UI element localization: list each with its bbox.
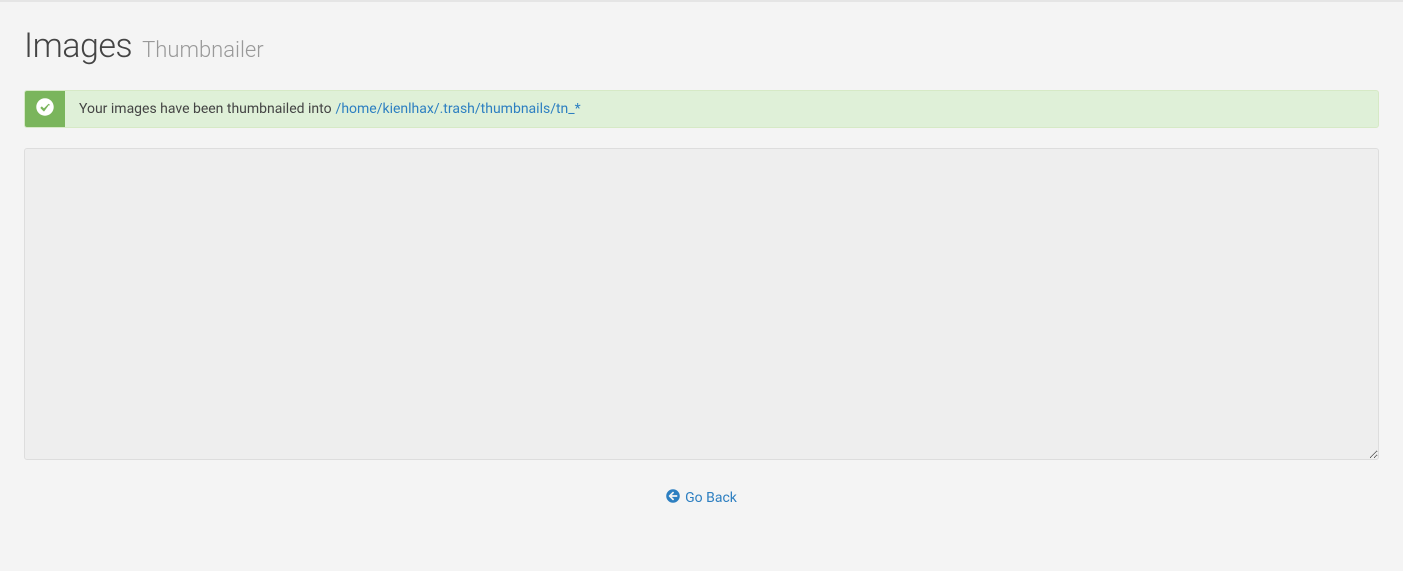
- page-header: Images Thumbnailer: [24, 26, 1379, 66]
- arrow-circle-left-icon: [666, 489, 680, 507]
- check-circle-icon: [36, 98, 54, 120]
- go-back-label: Go Back: [685, 490, 737, 506]
- go-back-link[interactable]: Go Back: [666, 489, 737, 507]
- footer-link-wrap: Go Back: [24, 488, 1379, 507]
- page-subtitle: Thumbnailer: [142, 38, 264, 63]
- output-textarea[interactable]: [24, 148, 1379, 460]
- success-alert: Your images have been thumbnailed into /…: [24, 90, 1379, 128]
- alert-path-link[interactable]: /home/kienlhax/.trash/thumbnails/tn_*: [336, 101, 581, 117]
- alert-message: Your images have been thumbnailed into: [79, 101, 332, 117]
- alert-icon-box: [25, 91, 65, 127]
- page-container: Images Thumbnailer Your images have been…: [0, 2, 1403, 547]
- alert-body: Your images have been thumbnailed into /…: [65, 91, 595, 127]
- page-title: Images: [24, 26, 132, 66]
